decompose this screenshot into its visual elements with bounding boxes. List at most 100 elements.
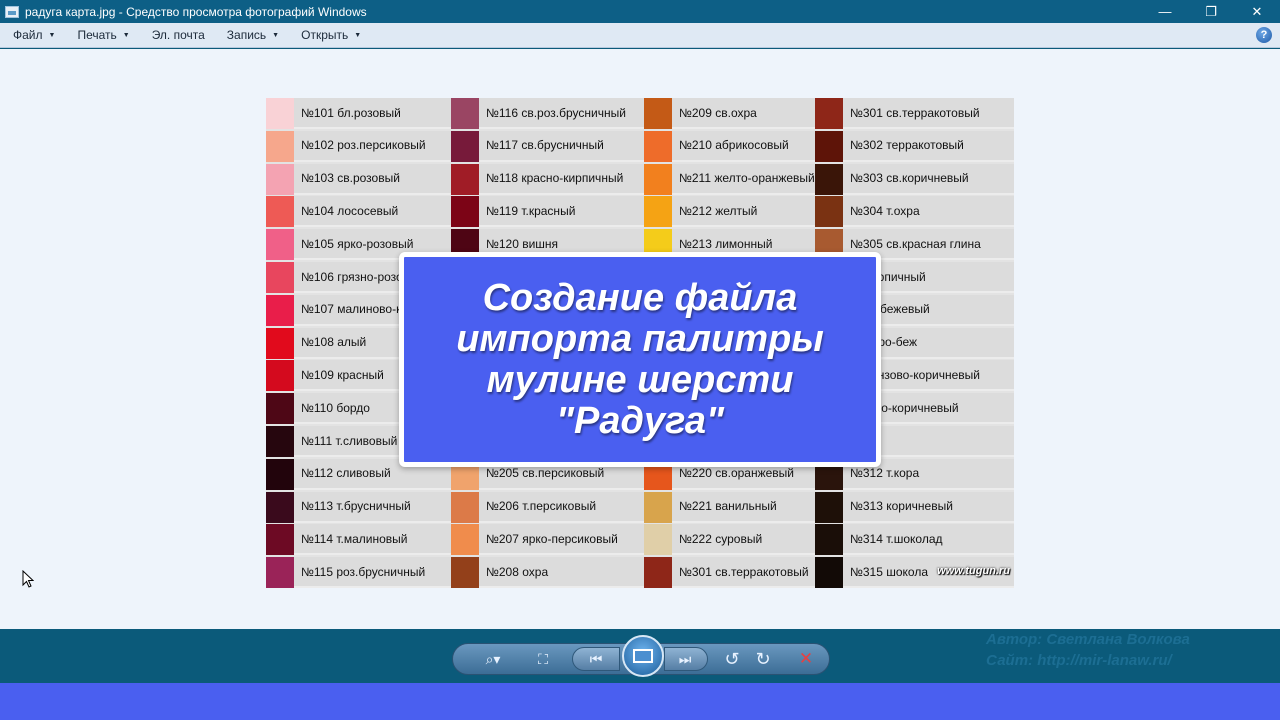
color-swatch [451, 130, 479, 162]
palette-cell: №209 св.охра [644, 98, 815, 129]
window-controls: — ❐ ✕ [1142, 0, 1280, 23]
color-label: №119 т.красный [479, 196, 644, 228]
color-label: №212 желтый [672, 196, 815, 228]
palette-cell: №301 св.терракотовый [644, 557, 815, 589]
color-label: №301 св.терракотовый [672, 557, 815, 589]
color-label: №114 т.малиновый [294, 524, 451, 556]
banner-line: импорта палитры [456, 317, 824, 360]
next-icon[interactable]: ⏭ [673, 649, 697, 669]
chevron-down-icon: ▼ [122, 31, 130, 39]
palette-cell: №114 т.малиновый [266, 524, 451, 556]
color-label: №313 коричневый [843, 491, 1014, 523]
color-swatch [266, 426, 294, 457]
color-swatch [644, 557, 672, 589]
maximize-button[interactable]: ❐ [1188, 0, 1234, 23]
palette-cell: №115 роз.брусничный [266, 557, 451, 589]
color-swatch [266, 229, 294, 261]
mouse-cursor-icon [22, 570, 34, 588]
palette-cell: №116 св.роз.брусничный [451, 98, 644, 129]
palette-cell: №206 т.персиковый [451, 491, 644, 523]
palette-cell: №118 красно-кирпичный [451, 163, 644, 195]
palette-cell: №207 ярко-персиковый [451, 524, 644, 556]
color-label: №102 роз.персиковый [294, 130, 451, 162]
actual-size-icon[interactable]: ⛶ [531, 649, 555, 669]
palette-cell: №304 т.охра [815, 196, 1014, 228]
palette-cell: №303 св.коричневый [815, 163, 1014, 195]
palette-cell: №119 т.красный [451, 196, 644, 228]
color-swatch [451, 98, 479, 129]
image-watermark: www.tugun.ru [937, 565, 1010, 577]
color-label: №301 св.терракотовый [843, 98, 1014, 129]
palette-cell: №212 желтый [644, 196, 815, 228]
zoom-icon[interactable]: ⌕▾ [478, 649, 508, 669]
color-swatch [451, 491, 479, 523]
title-banner: Создание файла импорта палитры мулине ше… [399, 252, 881, 467]
author-credit: Автор: Светлана Волкова Сайт: http://mir… [986, 629, 1190, 671]
color-label: №221 ванильный [672, 491, 815, 523]
color-swatch [815, 557, 843, 589]
color-swatch [266, 327, 294, 359]
palette-cell: №101 бл.розовый [266, 98, 451, 129]
color-swatch [815, 130, 843, 162]
color-swatch [815, 524, 843, 556]
color-swatch [266, 360, 294, 392]
minimize-button[interactable]: — [1142, 0, 1188, 23]
color-label: №101 бл.розовый [294, 98, 451, 129]
color-swatch [266, 294, 294, 326]
menu-open[interactable]: Открыть ▼ [288, 23, 370, 48]
color-label: №314 т.шоколад [843, 524, 1014, 556]
color-label: №211 желто-оранжевый [672, 163, 815, 195]
color-label: №210 абрикосовый [672, 130, 815, 162]
chevron-down-icon: ▼ [272, 31, 280, 39]
color-swatch [266, 524, 294, 556]
palette-cell: №103 св.розовый [266, 163, 451, 195]
palette-cell: №113 т.брусничный [266, 491, 451, 523]
color-label: №303 св.коричневый [843, 163, 1014, 195]
palette-cell: №117 св.брусничный [451, 130, 644, 162]
rotate-cw-icon[interactable]: ↻ [751, 649, 775, 669]
color-swatch [644, 130, 672, 162]
window-title: радуга карта.jpg - Средство просмотра фо… [25, 4, 367, 19]
close-button[interactable]: ✕ [1234, 0, 1280, 23]
palette-cell: №211 желто-оранжевый [644, 163, 815, 195]
chevron-down-icon: ▼ [48, 31, 56, 39]
footer-band [0, 683, 1280, 720]
previous-icon[interactable]: ⏮ [584, 649, 608, 669]
author-name: Автор: Светлана Волкова [986, 631, 1190, 648]
color-swatch [815, 163, 843, 195]
menu-file[interactable]: Файл ▼ [0, 23, 64, 48]
delete-icon[interactable]: ✕ [794, 649, 818, 669]
color-swatch [266, 458, 294, 490]
color-swatch [644, 491, 672, 523]
color-label: №115 роз.брусничный [294, 557, 451, 589]
slideshow-icon [633, 649, 653, 663]
menu-burn[interactable]: Запись ▼ [214, 23, 288, 48]
viewer-toolbar: ⌕▾ ⛶ ⏮ ⏭ ↺ ↻ ✕ Автор: Светлана Волкова С… [0, 629, 1280, 683]
menu-file-label: Файл [13, 28, 43, 42]
palette-cell: №222 суровый [644, 524, 815, 556]
slideshow-button[interactable] [622, 635, 664, 677]
color-swatch [266, 393, 294, 425]
color-swatch [815, 491, 843, 523]
color-label: №116 св.роз.брусничный [479, 98, 644, 129]
color-label: №113 т.брусничный [294, 491, 451, 523]
color-label: №302 терракотовый [843, 130, 1014, 162]
help-icon[interactable]: ? [1256, 27, 1272, 43]
menu-print[interactable]: Печать ▼ [64, 23, 138, 48]
palette-cell: №102 роз.персиковый [266, 130, 451, 162]
menu-bar: Файл ▼ Печать ▼ Эл. почта Запись ▼ Откры… [0, 23, 1280, 48]
color-label: №206 т.персиковый [479, 491, 644, 523]
banner-line: "Радуга" [555, 399, 725, 442]
palette-cell: №221 ванильный [644, 491, 815, 523]
color-label: №207 ярко-персиковый [479, 524, 644, 556]
color-swatch [451, 196, 479, 228]
color-swatch [266, 196, 294, 228]
color-swatch [266, 130, 294, 162]
color-label: №118 красно-кирпичный [479, 163, 644, 195]
color-swatch [266, 262, 294, 293]
color-swatch [266, 163, 294, 195]
color-swatch [815, 196, 843, 228]
author-site: Сайт: http://mir-lanaw.ru/ [986, 652, 1172, 669]
menu-email[interactable]: Эл. почта [139, 23, 214, 48]
rotate-ccw-icon[interactable]: ↺ [720, 649, 744, 669]
